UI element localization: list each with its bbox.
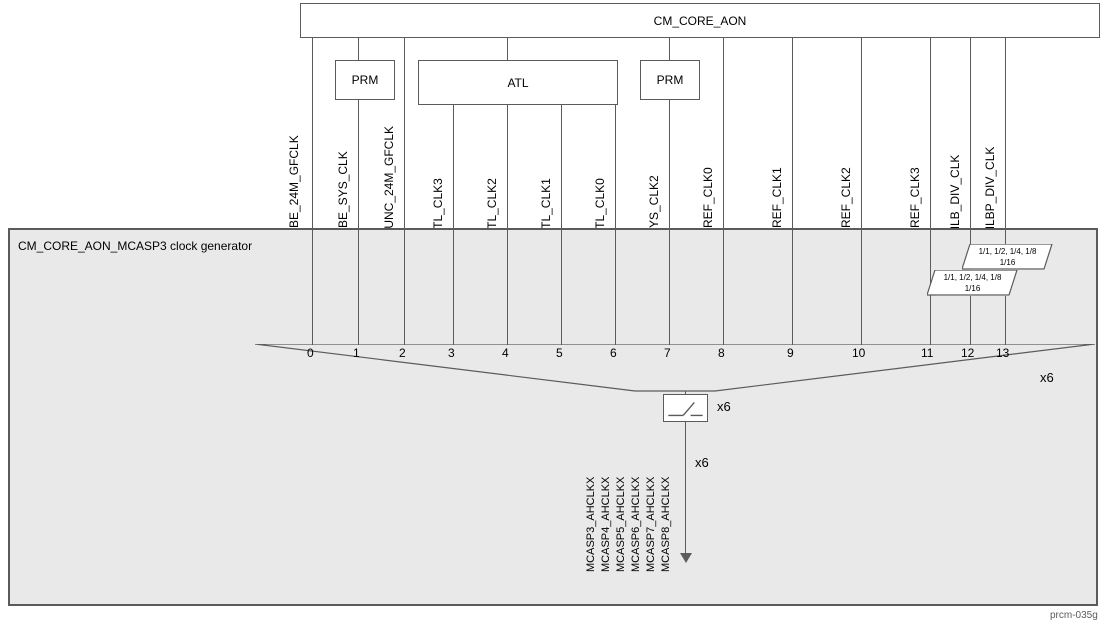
output-line [685, 421, 686, 556]
in-line-8 [723, 230, 724, 345]
lbl-xref1: XREF_CLK1 [770, 167, 784, 236]
line-xref0 [723, 38, 724, 228]
line-mlbp [1005, 38, 1006, 228]
lbl-xref3: XREF_CLK3 [908, 167, 922, 236]
lbl-abe-24m: ABE_24M_GFCLK [287, 135, 301, 236]
mux-idx-3: 3 [448, 346, 455, 360]
out-mcasp6: MCASP6_AHCLKX [630, 477, 642, 572]
div13-l1: 1/1, 1/2, 1/4, 1/8 [979, 247, 1037, 256]
div12-l2: 1/16 [965, 284, 981, 293]
prm-box-2: PRM [640, 60, 700, 100]
mux-idx-5: 5 [556, 346, 563, 360]
mux-idx-6: 6 [610, 346, 617, 360]
output-arrowhead [680, 553, 692, 563]
line-mlb [970, 38, 971, 228]
line-func-24m [404, 38, 405, 228]
in-line-2 [404, 230, 405, 345]
out-mcasp5: MCASP5_AHCLKX [615, 477, 627, 572]
in-line-12b [970, 295, 971, 345]
lbl-mlb: MLB_DIV_CLK [948, 155, 962, 236]
prm1-label: PRM [352, 73, 379, 87]
mux-idx-7: 7 [664, 346, 671, 360]
line-abe-24m [312, 38, 313, 228]
mux-idx-11: 11 [921, 346, 933, 360]
line-xref1 [792, 38, 793, 228]
atl-box: ATL [418, 60, 618, 105]
in-line-5 [561, 230, 562, 345]
in-line-6 [615, 230, 616, 345]
mux-idx-13: 13 [996, 346, 1009, 360]
clock-gate-switch [663, 394, 708, 422]
in-line-3 [453, 230, 454, 345]
in-line-4 [507, 230, 508, 345]
in-line-7 [669, 230, 670, 345]
div13-l2: 1/16 [1000, 258, 1016, 267]
mux-idx-0: 0 [307, 346, 314, 360]
figure-id: prcm-035g [1050, 610, 1098, 621]
line-atl2 [507, 105, 508, 228]
mux-idx-8: 8 [718, 346, 725, 360]
divider-13: 1/1, 1/2, 1/4, 1/8 1/16 [970, 244, 1045, 270]
lbl-abe-sys: ABE_SYS_CLK [336, 151, 350, 236]
line-abe-sys [358, 100, 359, 228]
mux-idx-4: 4 [502, 346, 509, 360]
div12-l1: 1/1, 1/2, 1/4, 1/8 [944, 273, 1002, 282]
lbl-func-24m: FUNC_24M_GFCLK [382, 126, 396, 236]
in-line-10 [861, 230, 862, 345]
mux-idx-2: 2 [399, 346, 406, 360]
mux-idx-9: 9 [787, 346, 794, 360]
mux-idx-10: 10 [852, 346, 865, 360]
line-top-atl [507, 38, 508, 60]
atl-label: ATL [507, 76, 528, 90]
line-sysclk2 [669, 100, 670, 228]
prm-box-1: PRM [335, 60, 395, 100]
divider-12: 1/1, 1/2, 1/4, 1/8 1/16 [935, 270, 1010, 296]
prm2-label: PRM [657, 73, 684, 87]
out-x6: x6 [695, 455, 709, 470]
line-xref2 [861, 38, 862, 228]
clock-generator-title: CM_CORE_AON_MCASP3 clock generator [18, 239, 252, 253]
cm-core-aon-box: CM_CORE_AON [300, 3, 1100, 38]
switch-x6: x6 [717, 399, 731, 414]
line-to-prm1 [358, 38, 359, 60]
mux-x6: x6 [1040, 370, 1054, 385]
line-to-prm2 [669, 38, 670, 60]
lbl-xref0: XREF_CLK0 [701, 167, 715, 236]
out-mcasp8: MCASP8_AHCLKX [660, 477, 672, 572]
mux-idx-12: 12 [961, 346, 974, 360]
out-mcasp4: MCASP4_AHCLKX [600, 477, 612, 572]
line-atl3 [453, 105, 454, 228]
lbl-sysclk2: SYS_CLK2 [647, 175, 661, 236]
in-line-1 [358, 230, 359, 345]
in-line-13a [1005, 230, 1006, 244]
line-xref3 [930, 38, 931, 228]
in-line-0 [312, 230, 313, 345]
cm-core-aon-label: CM_CORE_AON [654, 14, 747, 28]
in-line-9 [792, 230, 793, 345]
out-mcasp7: MCASP7_AHCLKX [645, 477, 657, 572]
lbl-mlbp: MLBP_DIV_CLK [983, 147, 997, 236]
lbl-xref2: XREF_CLK2 [839, 167, 853, 236]
line-atl1 [561, 105, 562, 228]
line-atl0 [615, 105, 616, 228]
mux-idx-1: 1 [353, 346, 360, 360]
out-mcasp3: MCASP3_AHCLKX [585, 477, 597, 572]
